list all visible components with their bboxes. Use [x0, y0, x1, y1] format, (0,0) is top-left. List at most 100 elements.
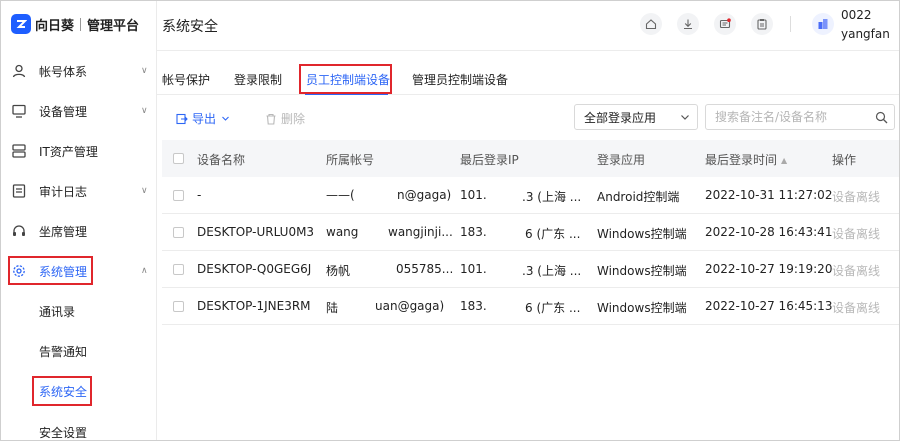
sidebar-item-audit-log[interactable]: 审计日志 ∨: [1, 176, 157, 206]
sidebar-item-label: 坐席管理: [39, 224, 88, 239]
user-id[interactable]: 0022: [841, 8, 872, 22]
app-window: 向日葵 管理平台 帐号体系 ∨ 设备管理 ∨ IT资产管理 审计日志 ∨ 坐席管…: [0, 0, 900, 441]
sidebar-subitem-security-settings[interactable]: 安全设置: [39, 424, 87, 440]
message-icon[interactable]: [714, 13, 736, 35]
row-checkbox[interactable]: [173, 264, 184, 275]
ip-prefix: 183.: [460, 225, 487, 239]
device-offline-action[interactable]: 设备离线: [832, 188, 880, 205]
home-icon[interactable]: [640, 13, 662, 35]
sidebar: 向日葵 管理平台 帐号体系 ∨ 设备管理 ∨ IT资产管理 审计日志 ∨ 坐席管…: [1, 1, 157, 440]
delete-button[interactable]: 删除: [265, 110, 305, 127]
highlight-box: [8, 256, 93, 285]
headset-icon: [11, 223, 27, 239]
row-checkbox[interactable]: [173, 301, 184, 312]
sidebar-item-label: 帐号体系: [39, 64, 88, 79]
column-header-last-login-time[interactable]: 最后登录时间 ▲: [705, 151, 787, 168]
table-row: DESKTOP-1JNE3RM 陆 uan@gaga) 183. 6 (广东 .…: [162, 288, 899, 325]
sidebar-item-label: 设备管理: [39, 104, 88, 119]
tab-account-protection[interactable]: 帐号保护: [162, 71, 210, 88]
login-app: Android控制端: [597, 190, 680, 204]
column-header-device-name: 设备名称: [197, 153, 246, 167]
login-app-select[interactable]: 全部登录应用: [574, 104, 698, 130]
sidebar-item-it-assets[interactable]: IT资产管理: [1, 136, 157, 166]
table-header: 设备名称 所属帐号 最后登录IP 登录应用 最后登录时间 ▲ 操作: [162, 140, 899, 177]
server-icon: [11, 143, 27, 159]
header: 系统安全 0022 yangfan: [157, 1, 899, 51]
sunflower-logo-icon: [11, 14, 31, 34]
clipboard-icon[interactable]: [751, 13, 773, 35]
logo[interactable]: 向日葵 管理平台: [11, 14, 139, 34]
login-app: Windows控制端: [597, 264, 687, 278]
download-icon[interactable]: [677, 13, 699, 35]
column-header-last-ip: 最后登录IP: [460, 153, 519, 167]
search-input[interactable]: [715, 106, 875, 128]
account-suffix: wangjinji...: [388, 225, 453, 239]
delete-label: 删除: [281, 112, 306, 126]
account-suffix: 055785...: [396, 262, 454, 276]
column-header-label: 最后登录时间: [705, 153, 778, 167]
device-name: DESKTOP-1JNE3RM: [197, 299, 311, 313]
logo-text: 向日葵: [35, 18, 75, 34]
header-divider: [790, 16, 791, 32]
chevron-down-icon: [222, 116, 229, 121]
log-icon: [11, 183, 27, 199]
tab-admin-devices[interactable]: 管理员控制端设备: [412, 71, 508, 88]
highlight-box: [32, 376, 92, 406]
device-offline-action[interactable]: 设备离线: [832, 225, 880, 242]
sidebar-item-account-system[interactable]: 帐号体系 ∨: [1, 56, 157, 86]
device-name: DESKTOP-Q0GEG6J: [197, 262, 312, 276]
column-header-login-app: 登录应用: [597, 153, 646, 167]
export-icon: [176, 113, 188, 124]
ip-suffix: .3 (上海 ...: [522, 190, 582, 204]
user-icon: [11, 63, 27, 79]
login-app: Windows控制端: [597, 301, 687, 315]
sort-icon: ▲: [781, 156, 788, 165]
tab-bar: 帐号保护 登录限制 员工控制端设备 管理员控制端设备: [157, 61, 899, 95]
column-header-account: 所属帐号: [326, 153, 375, 167]
account-suffix: n@gaga): [397, 188, 452, 202]
device-offline-action[interactable]: 设备离线: [832, 262, 880, 279]
logo-divider: [80, 17, 82, 31]
chevron-up-icon: ∧: [141, 266, 148, 276]
sidebar-subitem-alerts[interactable]: 告警通知: [39, 343, 87, 360]
tab-login-restriction[interactable]: 登录限制: [234, 71, 282, 88]
avatar[interactable]: [812, 13, 834, 35]
select-value: 全部登录应用: [584, 110, 657, 125]
sidebar-item-seat-management[interactable]: 坐席管理: [1, 216, 157, 246]
highlight-box: [299, 64, 392, 94]
login-app: Windows控制端: [597, 227, 687, 241]
row-checkbox[interactable]: [173, 190, 184, 201]
account-prefix: ——(: [326, 188, 355, 202]
logo-subtitle: 管理平台: [87, 18, 140, 34]
account-prefix: wang: [326, 225, 359, 239]
monitor-icon: [11, 103, 27, 119]
device-offline-action[interactable]: 设备离线: [832, 299, 880, 316]
row-checkbox[interactable]: [173, 227, 184, 238]
sidebar-subitem-contacts[interactable]: 通讯录: [39, 303, 75, 320]
search-box[interactable]: [705, 104, 895, 130]
sidebar-item-label: 审计日志: [39, 184, 88, 199]
chevron-down-icon: ∨: [141, 186, 148, 196]
sidebar-item-device-management[interactable]: 设备管理 ∨: [1, 96, 157, 126]
last-login-time: 2022-10-28 16:43:41: [705, 225, 833, 239]
device-name: DESKTOP-URLU0M3: [197, 225, 315, 239]
account-suffix: uan@gaga): [375, 299, 445, 313]
last-login-time: 2022-10-27 19:19:20: [705, 262, 833, 276]
device-name: -: [197, 188, 202, 202]
user-name[interactable]: yangfan: [841, 27, 890, 41]
chevron-down-icon: [681, 115, 689, 120]
sidebar-item-label: IT资产管理: [39, 144, 98, 159]
ip-prefix: 101.: [460, 262, 487, 276]
table-row: DESKTOP-Q0GEG6J 杨帆 055785... 101. .3 (上海…: [162, 251, 899, 288]
search-icon: [875, 111, 888, 124]
table-row: DESKTOP-URLU0M3 wang wangjinji... 183. 6…: [162, 214, 899, 251]
ip-suffix: .3 (上海 ...: [522, 264, 582, 278]
chevron-down-icon: ∨: [141, 106, 148, 116]
account-prefix: 陆: [326, 301, 339, 315]
export-button[interactable]: 导出: [176, 110, 230, 127]
table-row: - ——( n@gaga) 101. .3 (上海 ... Android控制端…: [162, 177, 899, 214]
column-header-actions: 操作: [832, 153, 857, 167]
page-title: 系统安全: [162, 19, 218, 35]
select-all-checkbox[interactable]: [173, 153, 184, 164]
ip-suffix: 6 (广东 ...: [525, 301, 581, 315]
